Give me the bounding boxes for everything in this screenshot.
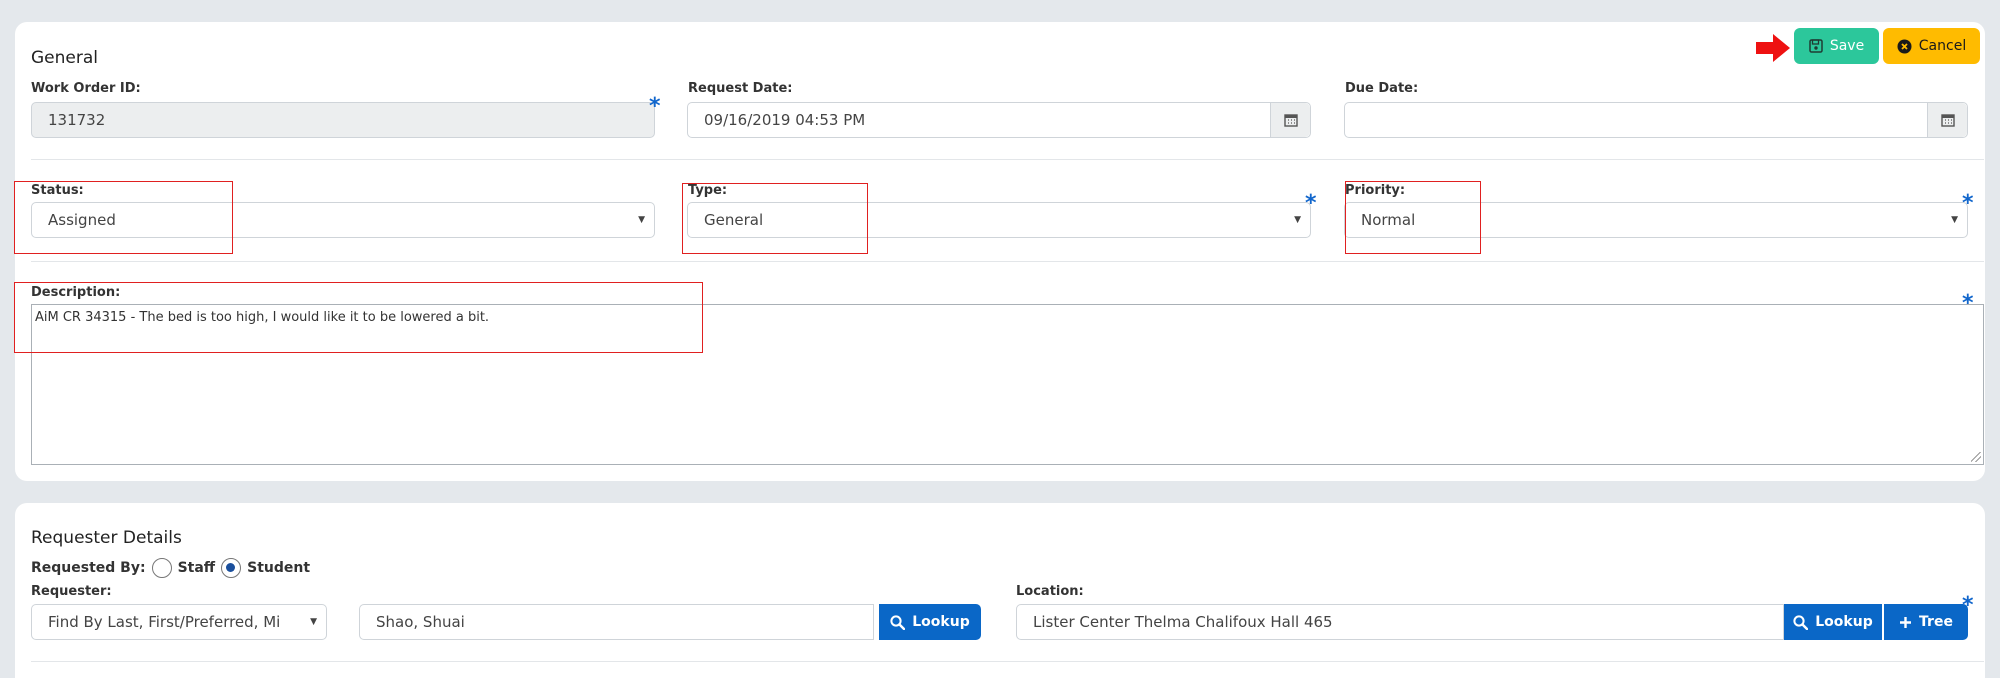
cancel-button[interactable]: Cancel [1883,28,1980,64]
divider [31,661,1984,662]
general-card: General Save Cancel Work Order ID: Reque… [14,22,1985,481]
request-date-value: 09/16/2019 04:53 PM [704,111,866,129]
required-marker: * [1962,191,1974,216]
required-marker: * [1962,593,1974,618]
save-button-label: Save [1829,38,1865,54]
highlight-box-status [14,181,233,254]
request-date-input[interactable]: 09/16/2019 04:53 PM [687,102,1311,138]
highlight-box-priority [1345,181,1481,254]
requester-card: Requester Details Requested By: Staff St… [15,503,1985,678]
search-icon [890,614,906,630]
required-marker: * [1305,191,1317,216]
requester-value: Shao, Shuai [376,613,465,631]
chevron-down-icon: ▼ [310,617,317,627]
cancel-button-label: Cancel [1918,38,1967,54]
save-button[interactable]: Save [1794,28,1879,64]
requester-lookup-button[interactable]: Lookup [879,604,981,640]
chevron-down-icon: ▼ [1951,215,1958,225]
red-arrow-icon [1756,34,1790,62]
student-radio[interactable] [221,558,242,578]
location-lookup-button[interactable]: Lookup [1784,604,1882,640]
divider [31,159,1984,160]
due-date-calendar-button[interactable] [1927,103,1967,137]
work-order-id-label: Work Order ID: [31,81,141,96]
highlight-box-type [682,183,868,254]
plus-icon [1900,616,1912,628]
location-input[interactable]: Lister Center Thelma Chalifoux Hall 465 [1016,604,1784,640]
location-tree-button[interactable]: Tree [1884,604,1968,640]
calendar-icon [1940,114,1955,127]
highlight-box-description [14,282,703,353]
close-circle-icon [1897,39,1912,53]
chevron-down-icon: ▼ [1294,215,1301,225]
general-section-title: General [31,48,98,68]
staff-radio-label[interactable]: Staff [178,560,216,576]
required-marker: * [1962,291,1974,316]
location-lookup-label: Lookup [1815,614,1873,630]
find-by-value: Find By Last, First/Preferred, Mi [48,613,281,631]
requester-section-title: Requester Details [31,528,182,548]
staff-radio[interactable] [151,558,172,578]
requested-by-group: Requested By: Staff Student [31,558,310,578]
divider [31,261,1984,262]
location-value: Lister Center Thelma Chalifoux Hall 465 [1033,613,1333,631]
requester-input[interactable]: Shao, Shuai [359,604,874,640]
location-tree-label: Tree [1919,614,1953,630]
due-date-input[interactable] [1344,102,1968,138]
resize-grip-icon[interactable] [1971,452,1981,462]
chevron-down-icon: ▼ [638,215,645,225]
request-date-calendar-button[interactable] [1270,103,1310,137]
required-marker: * [649,94,661,119]
calendar-icon [1283,114,1298,127]
requester-label: Requester: [31,584,112,599]
requested-by-label: Requested By: [31,560,146,576]
student-radio-label[interactable]: Student [247,560,310,576]
search-icon [1793,614,1809,630]
due-date-label: Due Date: [1345,81,1419,96]
requester-lookup-label: Lookup [912,614,970,630]
find-by-select[interactable]: Find By Last, First/Preferred, Mi ▼ [31,604,327,640]
work-order-id-field: 131732 [31,102,655,138]
work-order-id-value: 131732 [48,111,106,129]
floppy-disk-icon [1809,39,1823,53]
request-date-label: Request Date: [688,81,793,96]
location-label: Location: [1016,584,1084,599]
